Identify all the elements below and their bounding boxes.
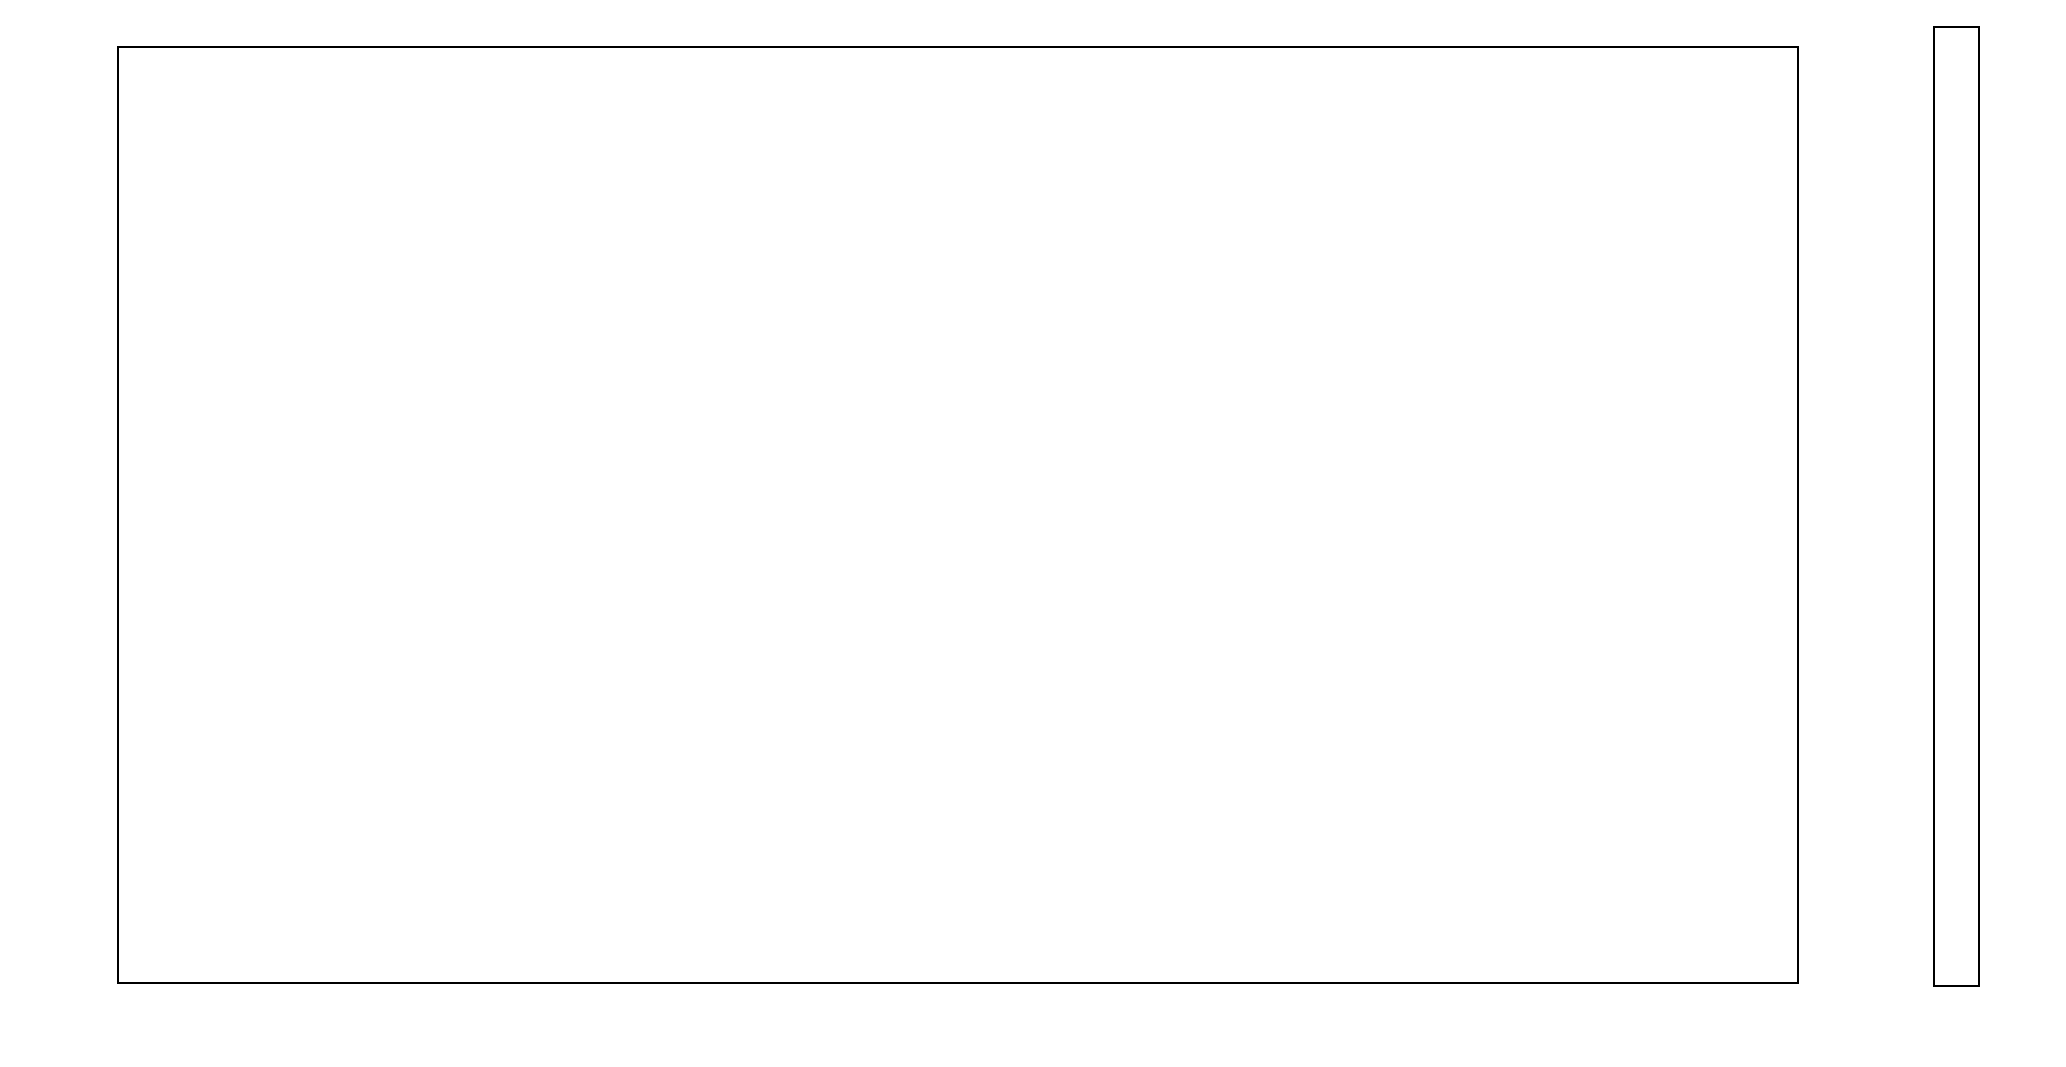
colorbar-gradient	[1935, 28, 1978, 985]
spectrogram-figure	[0, 0, 2066, 1067]
spectrogram-heatmap	[119, 48, 1797, 982]
